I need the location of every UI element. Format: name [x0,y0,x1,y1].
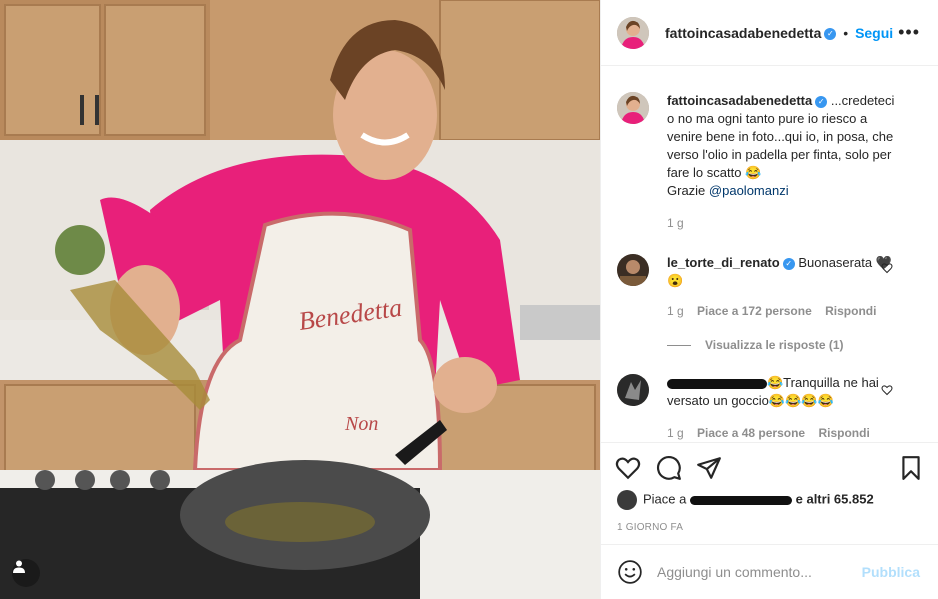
caption-avatar[interactable] [617,92,649,124]
redacted-liker [690,495,792,505]
liker-avatar[interactable] [617,490,637,510]
post-header: fattoincasadabenedetta ✓ • Segui ••• [601,0,938,66]
verified-badge-icon: ✓ [815,95,828,108]
likes-summary[interactable]: Piace a e altri 65.852 [617,490,874,510]
redacted-username [667,378,767,389]
commenter-username[interactable]: le_torte_di_renato [667,255,780,270]
comment-reply-button[interactable]: Rispondi [818,426,869,440]
comment-likes[interactable]: Piace a 172 persone [697,304,812,318]
comment-like-icon[interactable] [881,384,893,396]
view-replies-label[interactable]: Visualizza le risposte (1) [705,338,844,352]
view-replies[interactable]: Visualizza le risposte (1) [667,338,854,352]
more-options-icon[interactable]: ••• [898,23,920,41]
caption-age[interactable]: 1 g [667,216,684,230]
bookmark-icon[interactable] [898,455,924,481]
share-icon[interactable] [696,455,722,481]
caption-mention[interactable]: @paolomanzi [709,183,789,198]
caption: fattoincasadabenedetta ✓ ...credeteci o n… [617,92,917,232]
verified-badge-icon: ✓ [824,28,837,41]
caption-meta: 1 g [667,216,694,230]
post-photo[interactable]: Benedetta Non [0,0,600,599]
caption-username[interactable]: fattoincasadabenedetta [667,93,812,108]
comment-item: le_torte_di_renato ✓ Buonaserata 🖤😮 1 g P… [617,252,917,362]
comment-icon[interactable] [656,455,682,481]
comment-item: 😂Tranquilla ne hai versato un goccio😂😂😂😂… [617,372,917,442]
author-username[interactable]: fattoincasadabenedetta [665,25,821,41]
comment-meta: 1 g Piace a 172 persone Rispondi [667,304,886,318]
comments-list[interactable]: fattoincasadabenedetta ✓ ...credeteci o n… [601,66,938,442]
commenter-avatar[interactable] [617,374,649,406]
likes-prefix: Piace a [643,491,687,507]
post-details-panel: fattoincasadabenedetta ✓ • Segui ••• fatt… [600,0,938,599]
comment-meta: 1 g Piace a 48 persone Rispondi [667,426,880,440]
follow-button[interactable]: Segui [855,25,893,41]
apron-text-2: Non [344,413,378,435]
publish-button[interactable]: Pubblica [862,564,920,580]
comment-likes[interactable]: Piace a 48 persone [697,426,805,440]
post-date[interactable]: 1 GIORNO FA [617,522,683,533]
comment-input[interactable]: Aggiungi un commento... [657,564,812,580]
likes-suffix[interactable]: e altri 65.852 [796,491,874,506]
photo-illustration: Benedetta Non [0,0,600,599]
caption-thanks: Grazie [667,183,706,198]
comment-age[interactable]: 1 g [667,426,684,440]
comment-age[interactable]: 1 g [667,304,684,318]
heart-icon[interactable] [615,455,641,481]
post-actions: Piace a e altri 65.852 1 GIORNO FA [601,442,938,544]
separator-dot: • [843,25,849,41]
tagged-users-icon[interactable] [12,559,40,587]
add-comment-bar: Aggiungi un commento... Pubblica [601,544,938,599]
commenter-avatar[interactable] [617,254,649,286]
emoji-icon[interactable] [617,559,643,585]
replies-line [667,345,691,347]
author-avatar[interactable] [617,17,649,49]
comment-reply-button[interactable]: Rispondi [825,304,876,318]
comment-like-icon[interactable] [881,262,893,274]
verified-badge-icon: ✓ [782,257,795,270]
